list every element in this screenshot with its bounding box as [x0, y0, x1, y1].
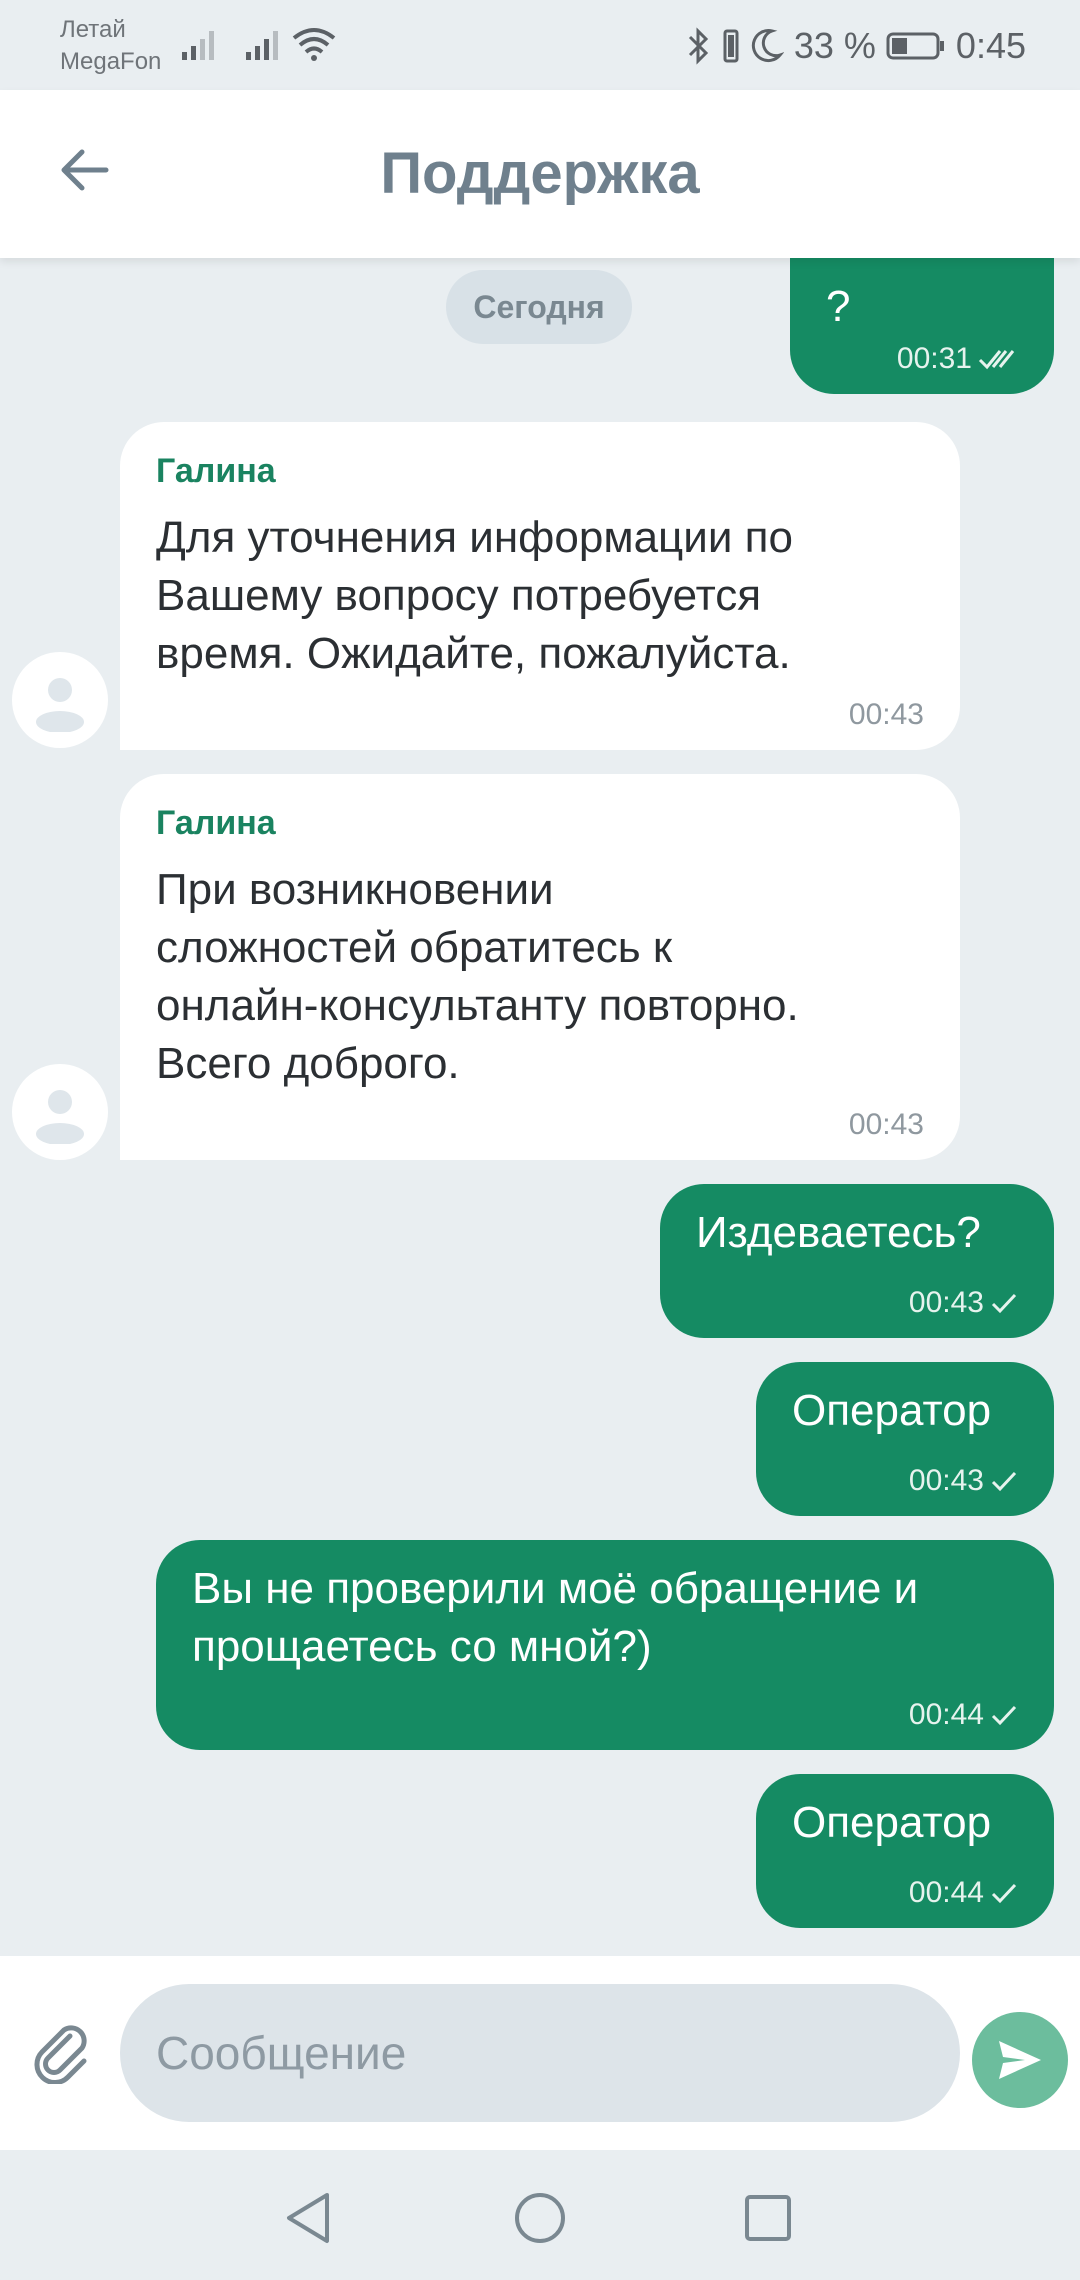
paperclip-icon — [34, 2025, 87, 2084]
app-header: Поддержка — [0, 90, 1080, 258]
send-button[interactable] — [972, 2012, 1068, 2108]
nav-recents-button[interactable] — [728, 2178, 808, 2258]
message-time: 00:44 — [908, 1876, 984, 1909]
incoming-message[interactable]: Галина Для уточнения информации по Вашем… — [120, 422, 960, 750]
double-check-icon — [978, 350, 1015, 370]
message-text: Оператор — [792, 1798, 992, 1847]
carrier-line1: Летай — [60, 16, 126, 43]
nav-home-button[interactable] — [500, 2178, 580, 2258]
nav-back-button[interactable] — [268, 2178, 348, 2258]
signal-2-icon — [246, 31, 278, 60]
outgoing-message[interactable]: ? 00:31 — [790, 258, 1054, 394]
check-icon — [991, 1883, 1017, 1904]
page-title: Поддержка — [380, 141, 700, 206]
outgoing-message[interactable]: Оператор 00:44 — [756, 1774, 1054, 1928]
moon-icon — [751, 29, 784, 63]
battery-icon — [886, 32, 944, 60]
carrier-line2: MegaFon — [60, 48, 162, 75]
signal-1-icon — [182, 31, 214, 60]
message-text: При возникновении сложностей обратитесь … — [156, 865, 799, 1088]
message-text: ? — [826, 282, 851, 331]
battery-percent: 33 % — [793, 25, 876, 66]
avatar — [12, 652, 108, 748]
wifi-icon — [292, 28, 336, 61]
sender-name: Галина — [156, 804, 276, 842]
vibrate-icon — [723, 29, 739, 63]
avatar — [12, 1064, 108, 1160]
message-text: Издеваетесь? — [696, 1208, 981, 1257]
square-recents-icon — [745, 2195, 791, 2241]
check-icon — [991, 1705, 1017, 1726]
user-avatar-icon — [36, 1090, 84, 1144]
status-time: 0:45 — [955, 25, 1026, 66]
message-time: 00:43 — [848, 1108, 924, 1141]
system-nav-bar — [0, 2150, 1080, 2280]
attach-button[interactable] — [22, 2012, 102, 2092]
message-composer — [0, 1956, 1080, 2150]
outgoing-message[interactable]: Вы не проверили моё обращение и прощаете… — [156, 1540, 1054, 1750]
circle-home-icon — [515, 2193, 565, 2243]
date-separator: Сегодня — [446, 270, 632, 344]
message-time: 00:43 — [848, 698, 924, 731]
sender-name: Галина — [156, 452, 276, 490]
bluetooth-icon — [688, 27, 708, 65]
incoming-message[interactable]: Галина При возникновении сложностей обра… — [120, 774, 960, 1160]
message-input[interactable] — [120, 1984, 960, 2122]
check-icon — [991, 1293, 1017, 1314]
status-bar: Летай MegaFon 33 % 0:45 — [0, 0, 1080, 90]
message-text: Вы не проверили моё обращение и прощаете… — [192, 1564, 919, 1671]
user-avatar-icon — [36, 678, 84, 732]
message-time: 00:43 — [908, 1286, 984, 1319]
chat-messages[interactable]: Сегодня ? 00:31 Галина Для уточнения инф… — [0, 258, 1080, 1956]
message-text: Оператор — [792, 1386, 992, 1435]
message-text: Для уточнения информации по Вашему вопро… — [156, 513, 793, 678]
message-time: 00:43 — [908, 1464, 984, 1497]
triangle-back-icon — [287, 2193, 329, 2243]
outgoing-message[interactable]: Издеваетесь? 00:43 — [660, 1184, 1054, 1338]
outgoing-message[interactable]: Оператор 00:43 — [756, 1362, 1054, 1516]
message-time: 00:31 — [896, 342, 972, 375]
carrier-label: Летай MegaFon — [60, 14, 161, 78]
send-icon — [999, 2041, 1041, 2079]
message-time: 00:44 — [908, 1698, 984, 1731]
check-icon — [991, 1471, 1017, 1492]
